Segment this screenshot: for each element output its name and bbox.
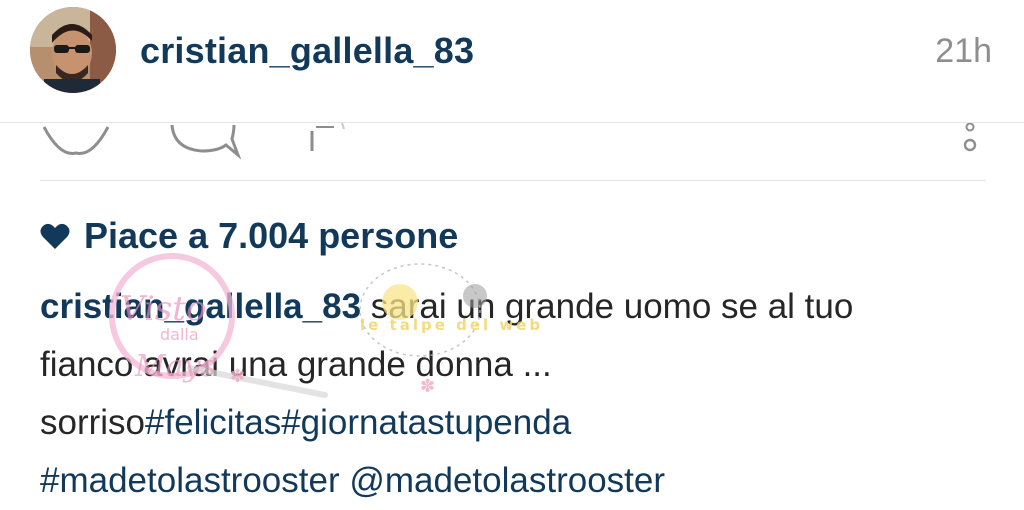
comment-icon[interactable] bbox=[168, 123, 244, 159]
caption-text-line1: sarai un grande uomo se al tuo bbox=[370, 287, 854, 326]
post-time: 21h bbox=[935, 32, 992, 70]
heart-filled-icon bbox=[40, 223, 70, 249]
caption-username[interactable]: cristian_gallella_83 bbox=[40, 287, 361, 326]
hashtag-link[interactable]: #felicitas bbox=[145, 403, 281, 442]
avatar[interactable] bbox=[30, 7, 116, 93]
post-header: cristian_gallella_83 21h bbox=[0, 0, 1024, 123]
hashtag-link[interactable]: #giornatastupenda bbox=[281, 403, 571, 442]
avatar-photo bbox=[30, 7, 116, 93]
divider bbox=[40, 180, 986, 181]
mention-link[interactable]: @madetolastrooster bbox=[349, 461, 665, 500]
post-username[interactable]: cristian_gallella_83 bbox=[140, 30, 474, 72]
caption-text-prefix: sorriso bbox=[40, 403, 146, 442]
likes-summary[interactable]: Piace a 7.004 persone bbox=[40, 214, 458, 258]
hashtag-link[interactable]: #madetolastrooster bbox=[40, 461, 340, 500]
likes-count: Piace a 7.004 persone bbox=[84, 215, 459, 256]
post-caption: cristian_gallella_83 sarai un grande uom… bbox=[40, 278, 1000, 510]
like-icon[interactable] bbox=[40, 123, 112, 159]
action-bar bbox=[0, 123, 1024, 180]
caption-text-line2: fianco avrai una grande donna ... bbox=[40, 345, 552, 384]
more-options-icon[interactable] bbox=[958, 123, 982, 159]
share-icon[interactable] bbox=[304, 123, 352, 159]
